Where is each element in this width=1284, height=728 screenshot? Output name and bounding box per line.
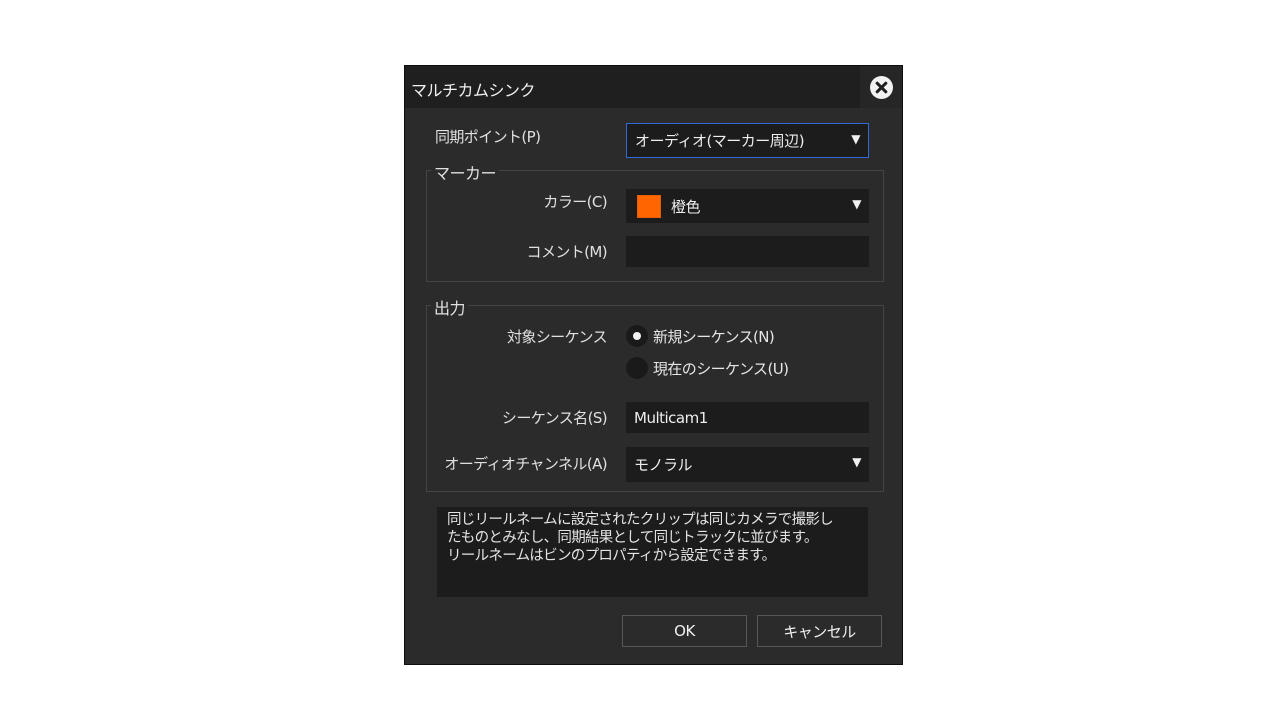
sequence-name-input[interactable]: Multicam1	[626, 402, 869, 433]
radio-new-sequence[interactable]: 新規シーケンス(N)	[626, 325, 775, 347]
ok-button[interactable]: OK	[622, 615, 747, 647]
chevron-down-icon: ▼	[852, 197, 861, 211]
radio-new-sequence-label: 新規シーケンス(N)	[653, 327, 775, 346]
radio-current-sequence[interactable]: 現在のシーケンス(U)	[626, 357, 789, 379]
cancel-button[interactable]: キャンセル	[757, 615, 882, 647]
multicam-sync-dialog: マルチカムシンク 同期ポイント(P) オーディオ(マーカー周辺) ▼ マーカー …	[404, 65, 903, 665]
color-value: 橙色	[671, 197, 701, 216]
audio-channel-select[interactable]: モノラル ▼	[626, 447, 869, 482]
title-bar[interactable]: マルチカムシンク	[405, 66, 902, 108]
close-icon	[869, 75, 893, 99]
info-line: たものとみなし、同期結果として同じトラックに並びます。	[447, 530, 818, 546]
chevron-down-icon: ▼	[852, 455, 861, 469]
dialog-title: マルチカムシンク	[411, 81, 536, 100]
radio-current-sequence-label: 現在のシーケンス(U)	[653, 359, 789, 378]
info-line: リールネームはビンのプロパティから設定できます。	[447, 548, 776, 564]
audio-channel-value: モノラル	[634, 456, 693, 474]
output-group-label: 出力	[431, 295, 469, 319]
color-select[interactable]: 橙色 ▼	[626, 189, 869, 223]
radio-unchecked-icon	[626, 357, 648, 379]
color-swatch	[637, 194, 661, 218]
sequence-name-label: シーケンス名(S)	[501, 409, 608, 427]
sync-point-select[interactable]: オーディオ(マーカー周辺) ▼	[626, 123, 869, 158]
audio-channel-label: オーディオチャンネル(A)	[444, 455, 607, 473]
marker-group-label: マーカー	[431, 160, 500, 184]
radio-checked-icon	[626, 325, 648, 347]
color-label: カラー(C)	[543, 193, 607, 211]
info-text-box: 同じリールネームに設定されたクリップは同じカメラで撮影し たものとみなし、同期結…	[437, 507, 868, 597]
info-line: 同じリールネームに設定されたクリップは同じカメラで撮影し	[447, 512, 834, 528]
close-button[interactable]	[860, 66, 902, 108]
comment-label: コメント(M)	[526, 243, 608, 261]
target-sequence-label: 対象シーケンス	[506, 328, 608, 346]
chevron-down-icon: ▼	[851, 132, 860, 146]
sync-point-value: オーディオ(マーカー周辺)	[635, 132, 805, 150]
sync-point-label: 同期ポイント(P)	[435, 128, 541, 146]
comment-input[interactable]	[626, 236, 869, 267]
